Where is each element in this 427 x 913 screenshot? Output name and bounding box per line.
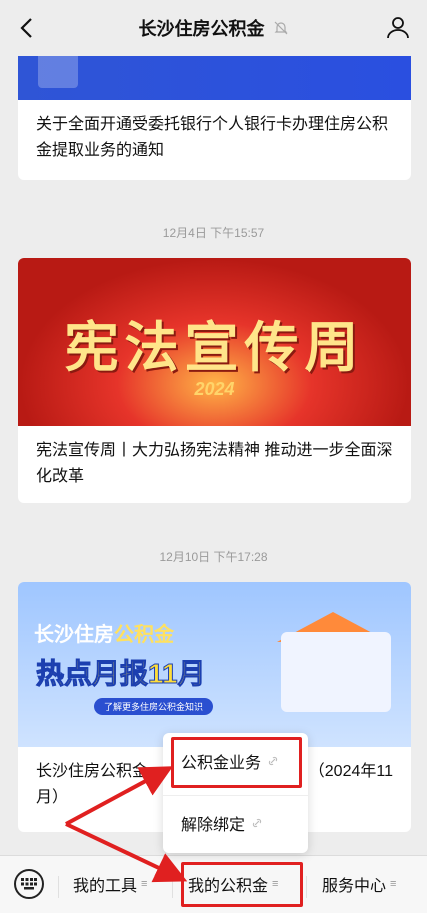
banner-brand-b: 公积金: [114, 624, 174, 646]
title-wrap: 长沙住房公积金: [139, 15, 289, 41]
banner-brand-a: 长沙住房: [34, 624, 114, 646]
menu-label: 服务中心: [322, 878, 387, 895]
banner-title: 宪法宣传周: [64, 314, 365, 379]
banner-brand: 长沙住房公积金: [34, 618, 174, 647]
submenu-item-unbind[interactable]: 解除绑定: [163, 795, 308, 850]
banner-learn-tag: 了解更多住房公积金知识: [94, 698, 214, 715]
menu-lines-icon: ≡: [141, 878, 148, 890]
article-caption-1: 关于全面开通受委托银行个人银行卡办理住房公积金提取业务的通知: [36, 116, 389, 159]
highlight-box-submenu: [171, 737, 302, 788]
page-title: 长沙住房公积金: [138, 19, 265, 39]
article-card-1[interactable]: 关于全面开通受委托银行个人银行卡办理住房公积金提取业务的通知: [18, 40, 411, 180]
highlight-box-bottom-menu: [181, 862, 303, 907]
menu-lines-icon: ≡: [390, 878, 397, 890]
article-caption-2: 宪法宣传周丨大力弘扬宪法精神 推动进一步全面深化改革: [36, 442, 393, 485]
banner-year: 2024: [194, 379, 235, 399]
top-bar: 长沙住房公积金: [0, 0, 427, 56]
house-illustration: [281, 632, 391, 712]
article-image-3: 长沙住房公积金 热点月报11月 了解更多住房公积金知识: [18, 582, 411, 747]
menu-my-tools[interactable]: 我的工具 ≡: [73, 872, 147, 896]
back-arrow-icon[interactable]: [14, 14, 42, 42]
article-image-2: 宪法宣传周 2024: [18, 258, 411, 426]
mute-bell-icon: [274, 21, 287, 35]
link-icon: [252, 818, 262, 828]
timestamp-3: 12月10日 下午17:28: [159, 550, 268, 564]
menu-divider: [58, 876, 59, 898]
menu-divider: [172, 876, 173, 898]
article-card-2[interactable]: 宪法宣传周 2024 宪法宣传周丨大力弘扬宪法精神 推动进一步全面深化改革: [18, 258, 411, 503]
submenu-item-label: 解除绑定: [181, 817, 246, 834]
menu-service-center[interactable]: 服务中心 ≡: [322, 872, 396, 896]
menu-divider: [306, 876, 307, 898]
menu-label: 我的工具: [73, 878, 138, 895]
profile-icon[interactable]: [385, 14, 411, 40]
timestamp-2: 12月4日 下午15:57: [162, 226, 265, 240]
banner-hot-title: 热点月报11月: [36, 658, 207, 690]
caption-left: 长沙住房公积金: [36, 763, 149, 780]
keyboard-icon[interactable]: [14, 869, 44, 899]
caption-right: （2024年11: [308, 763, 393, 780]
